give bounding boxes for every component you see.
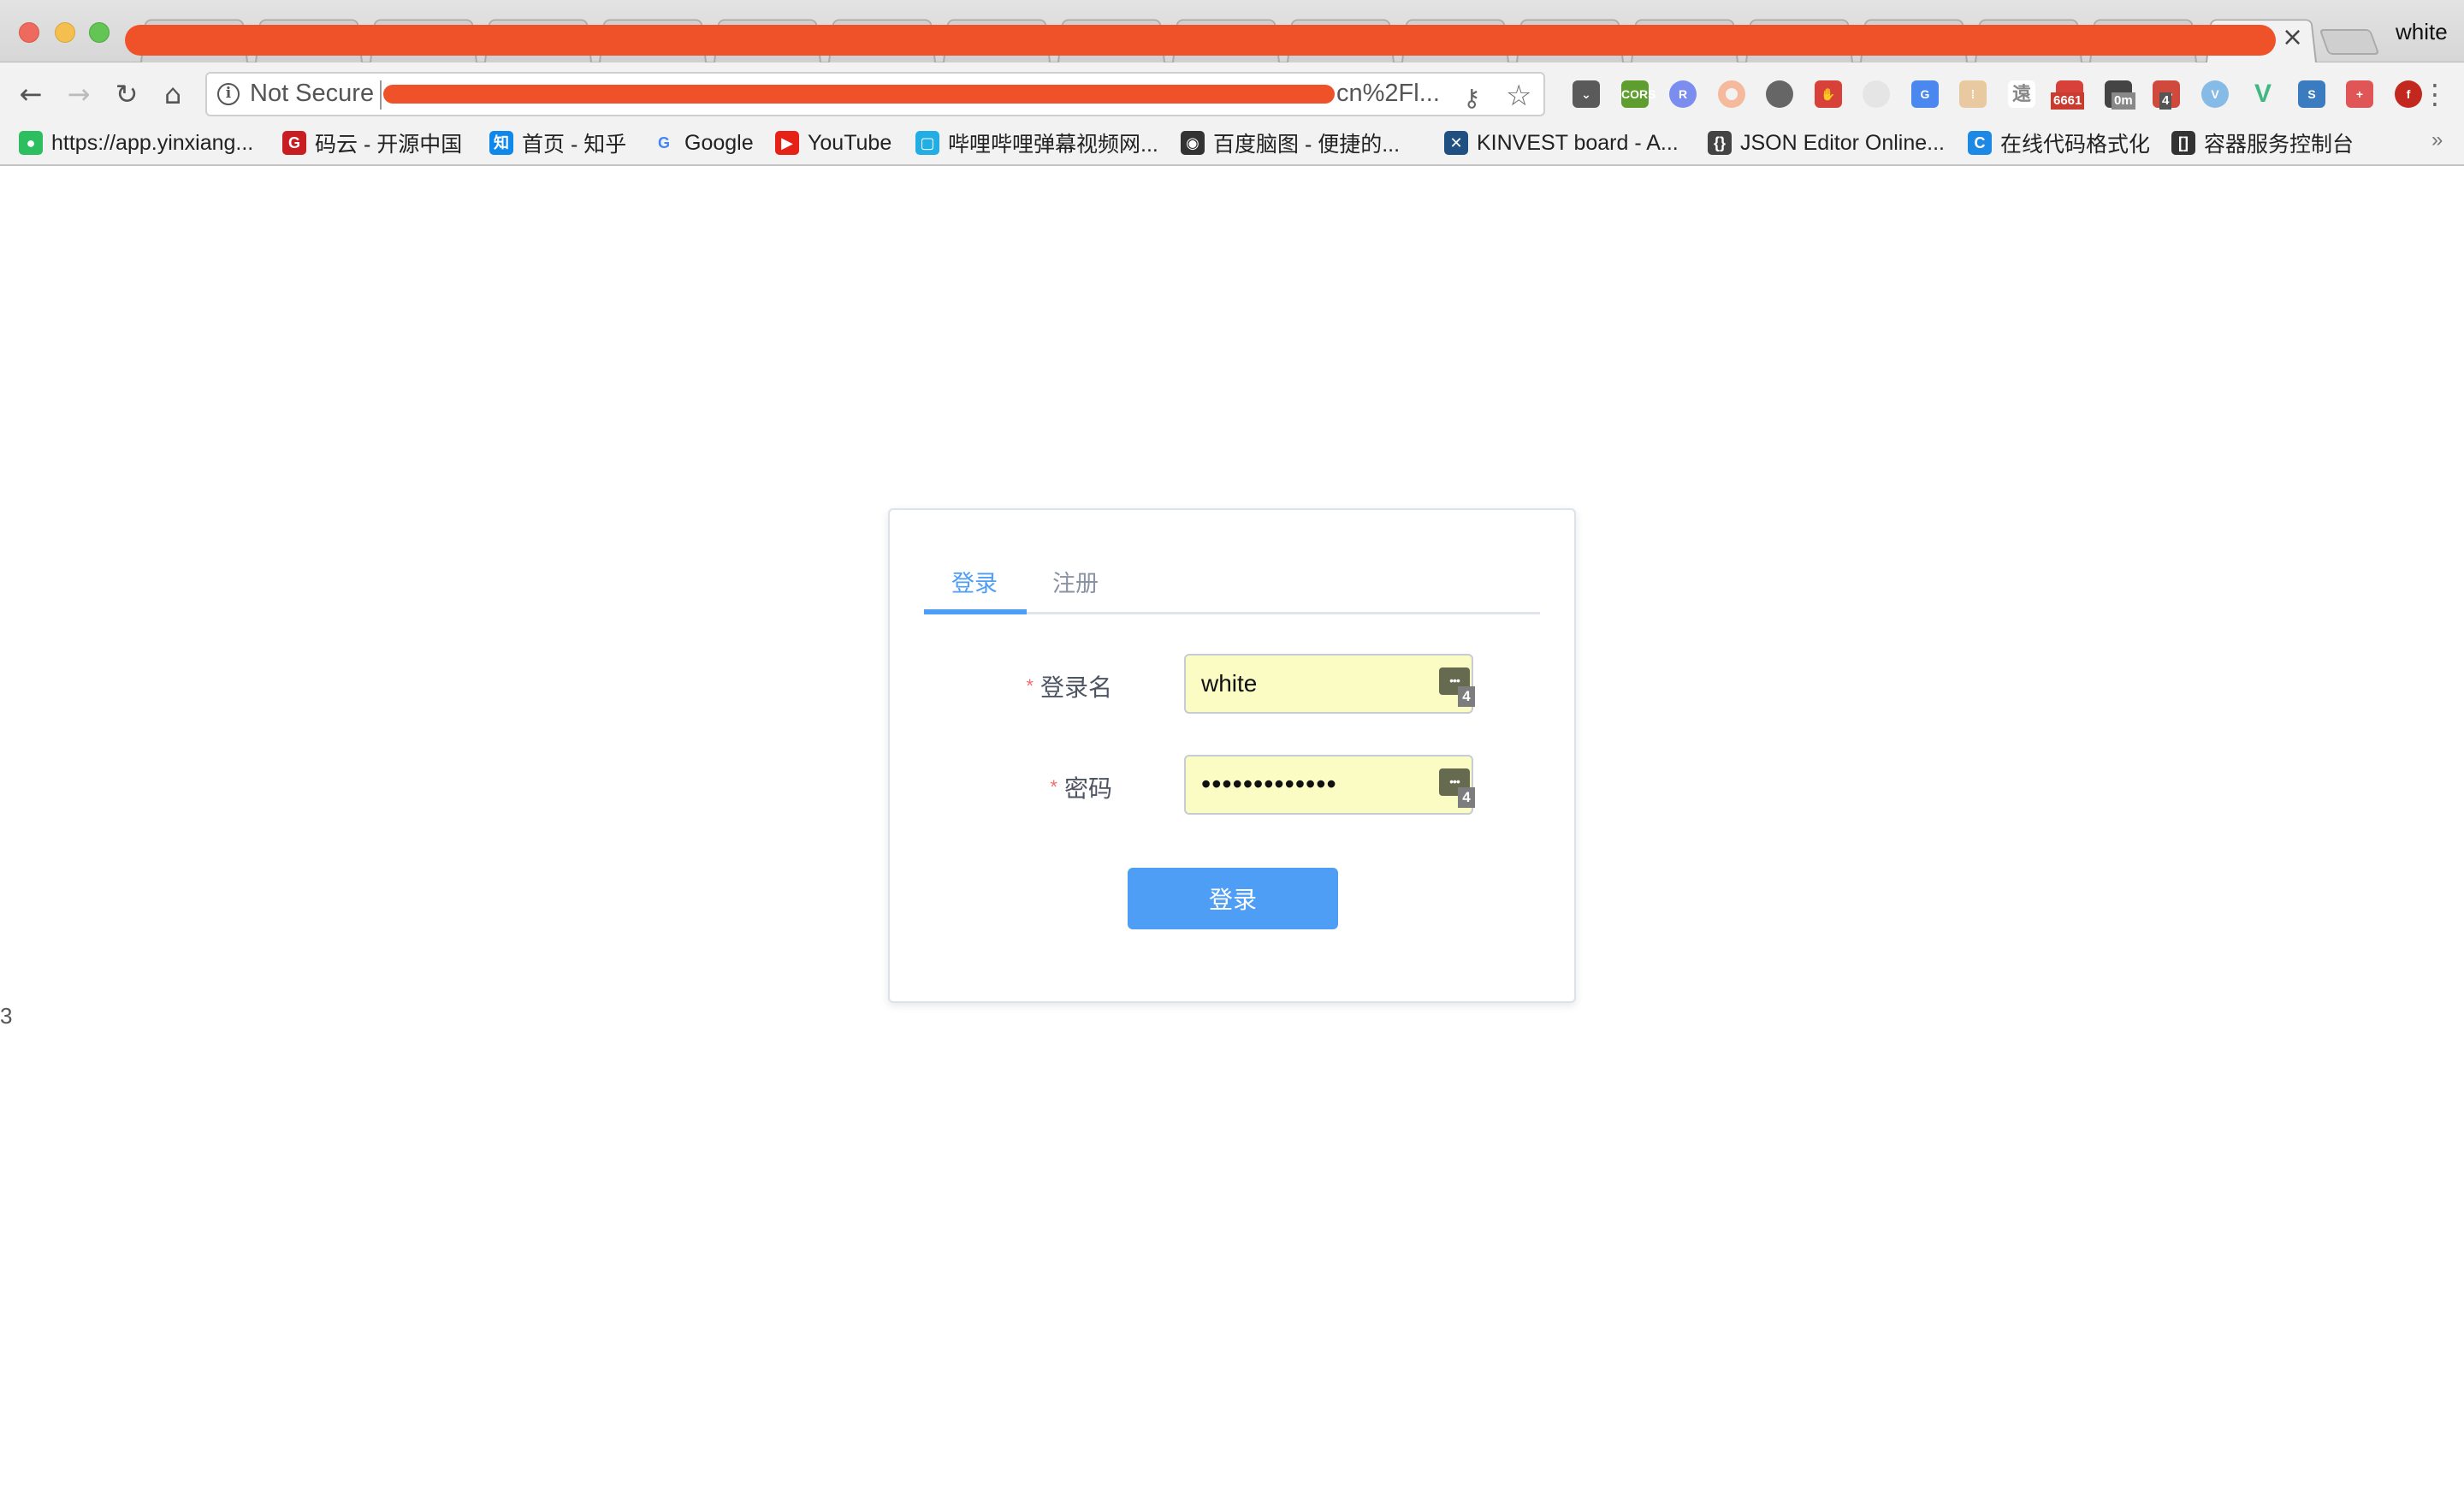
google-icon: G: [657, 134, 670, 151]
bookmark-item[interactable]: ▶ YouTube: [775, 128, 891, 157]
bookmark-label: Google: [684, 130, 754, 155]
redacted-tab-titles: [125, 25, 2276, 56]
profile-name[interactable]: white: [2396, 19, 2448, 45]
extension-badge: 0m: [2112, 92, 2135, 110]
username-input[interactable]: white: [1184, 654, 1473, 714]
extension-red-cross-icon[interactable]: +: [2346, 80, 2373, 108]
extension-chinese-char-icon[interactable]: 遠: [2008, 80, 2035, 108]
tab-register[interactable]: 注册: [1052, 565, 1099, 598]
bookmark-star-icon[interactable]: ☆: [1506, 79, 1531, 113]
extension-pocket-icon[interactable]: ⌄: [1573, 80, 1600, 108]
bookmark-item[interactable]: ▢ 哔哩哔哩弹幕视频网...: [915, 128, 1158, 157]
gitee-icon: G: [282, 131, 306, 155]
forward-arrow-icon[interactable]: →: [62, 77, 96, 111]
extension-badge: 4: [2159, 92, 2172, 110]
evernote-icon: ●: [19, 131, 43, 155]
address-separator: [380, 80, 382, 110]
required-mark: *: [1026, 675, 1034, 697]
json-editor-icon: {}: [1708, 131, 1732, 155]
container-icon: []: [2171, 131, 2195, 155]
extension-cors-icon[interactable]: CORS: [1621, 80, 1656, 108]
url-text[interactable]: cn%2Fl...: [1336, 80, 1440, 108]
reload-icon[interactable]: ↻: [110, 77, 144, 111]
code-format-icon: C: [1968, 131, 1992, 155]
extension-vue-devtools-icon[interactable]: V: [2249, 80, 2277, 108]
bookmark-item[interactable]: ◉ 百度脑图 - 便捷的...: [1181, 128, 1400, 157]
form-tabs: 登录 注册: [924, 561, 1540, 614]
bookmark-label: 首页 - 知乎: [522, 133, 627, 157]
extension-gear-dark-icon[interactable]: [1766, 80, 1793, 108]
bookmark-label: 哔哩哔哩弹幕视频网...: [948, 133, 1158, 157]
jira-icon: ✕: [1444, 131, 1468, 155]
bookmark-label: 容器服务控制台: [2204, 133, 2354, 157]
extension-google-translate-icon[interactable]: G: [1911, 80, 1939, 108]
tab-login[interactable]: 登录: [951, 565, 998, 598]
back-arrow-icon[interactable]: ←: [14, 77, 48, 111]
username-label: * 登录名: [1026, 669, 1112, 703]
bookmark-label: YouTube: [808, 130, 892, 155]
bookmark-label: 在线代码格式化: [2000, 133, 2151, 157]
new-tab-button[interactable]: [2319, 29, 2380, 55]
youtube-icon: ▶: [775, 131, 799, 155]
baidu-naotu-icon: ◉: [1181, 131, 1205, 155]
bookmark-item[interactable]: {} JSON Editor Online...: [1708, 128, 1945, 157]
extension-adblock-icon[interactable]: ✋: [1815, 80, 1842, 108]
bookmark-item[interactable]: [] 容器服务控制台: [2171, 128, 2354, 157]
bookmark-item[interactable]: C 在线代码格式化: [1968, 128, 2150, 157]
menu-icon[interactable]: ⋮: [2418, 77, 2452, 111]
username-row: * 登录名 white ••• 4: [924, 654, 1540, 714]
bookmark-item[interactable]: 知首页 - 知乎: [489, 128, 626, 157]
password-manager-badge: 4: [1458, 686, 1475, 707]
extension-s-extension-icon[interactable]: S: [2298, 80, 2325, 108]
close-window-button[interactable]: [19, 22, 39, 43]
extension-outlet-icon[interactable]: ⁞: [1959, 80, 1987, 108]
bookmark-item[interactable]: ● https://app.yinxiang...: [19, 128, 253, 157]
login-submit-button[interactable]: 登录: [1128, 868, 1338, 929]
bookmark-item[interactable]: G 码云 - 开源中国: [282, 128, 462, 157]
bookmark-label: JSON Editor Online...: [1740, 130, 1945, 155]
zhihu-icon: 知: [489, 131, 513, 155]
active-tab-indicator: [924, 609, 1027, 614]
password-label-text: 密码: [1063, 775, 1112, 802]
password-row: * 密码 ••••••••••••• ••• 4: [924, 755, 1540, 815]
home-icon[interactable]: ⌂: [156, 77, 190, 111]
login-card: 登录 注册 * 登录名 white ••• 4 * 密码 •••••••••••••…: [888, 508, 1576, 1003]
bookmark-label: 百度脑图 - 便捷的...: [1213, 133, 1401, 157]
bookmark-item[interactable]: G Google: [652, 128, 754, 157]
bookmark-label: https://app.yinxiang...: [51, 130, 254, 155]
password-label: * 密码: [1050, 770, 1112, 804]
bookmark-item[interactable]: ✕ KINVEST board - A...: [1444, 128, 1679, 157]
close-tab-icon[interactable]: ×: [2282, 22, 2303, 53]
key-icon[interactable]: ⚷: [1463, 84, 1481, 112]
stray-text: 3: [0, 1003, 13, 1029]
extension-json-viewer-icon[interactable]: [1863, 80, 1890, 108]
info-icon[interactable]: i: [217, 83, 240, 105]
extension-vimeo-v-icon[interactable]: V: [2201, 80, 2229, 108]
extension-badge: 6661: [2051, 92, 2085, 110]
password-manager-badge: 4: [1458, 787, 1475, 808]
username-label-text: 登录名: [1040, 674, 1112, 701]
bookmark-label: KINVEST board - A...: [1477, 130, 1679, 155]
required-mark: *: [1050, 776, 1057, 798]
security-status[interactable]: Not Secure: [250, 80, 374, 108]
extension-ring-icon[interactable]: [1718, 80, 1745, 108]
bookmark-label: 码云 - 开源中国: [315, 133, 463, 157]
redacted-url: [383, 85, 1335, 104]
extension-rsshub-icon[interactable]: R: [1669, 80, 1697, 108]
bookmarks-overflow-icon[interactable]: »: [2431, 128, 2443, 152]
minimize-window-button[interactable]: [55, 22, 75, 43]
bilibili-icon: ▢: [915, 131, 939, 155]
maximize-window-button[interactable]: [89, 22, 110, 43]
password-input[interactable]: •••••••••••••: [1184, 755, 1473, 815]
tab-strip: × white: [0, 0, 2464, 62]
